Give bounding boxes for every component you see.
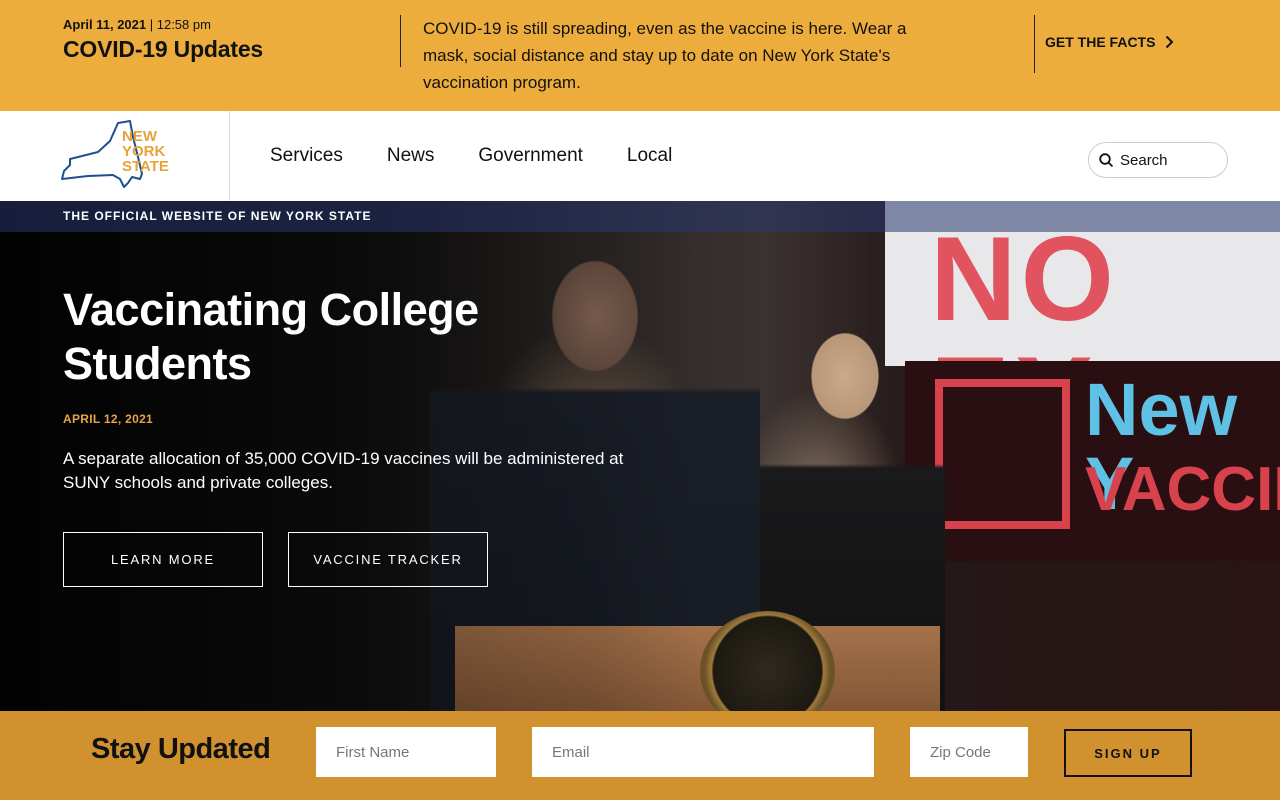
hero-description: A separate allocation of 35,000 COVID-19… — [63, 449, 624, 492]
newsletter-signup: Stay Updated SIGN UP — [0, 711, 1280, 800]
hero-title: Vaccinating College Students — [63, 284, 479, 389]
signup-title: Stay Updated — [91, 733, 271, 765]
alert-divider — [1034, 15, 1035, 73]
alert-divider — [400, 15, 401, 67]
vaccine-tracker-button[interactable]: VACCINE TRACKER — [288, 532, 488, 587]
hero-banner: NO EX New Y VACCINA THE OFFICIAL WEBSITE… — [0, 201, 1280, 711]
get-the-facts-link[interactable]: GET THE FACTS — [1045, 34, 1174, 50]
zip-code-field[interactable] — [910, 727, 1028, 777]
logo-line-state: STATE — [122, 158, 169, 175]
main-nav: Services News Government Local — [270, 145, 672, 167]
covid-alert-bar: April 11, 2021 | 12:58 pm COVID-19 Updat… — [0, 0, 1280, 111]
search-box[interactable] — [1088, 142, 1228, 178]
nav-item-local[interactable]: Local — [627, 145, 672, 167]
alert-message: COVID-19 is still spreading, even as the… — [423, 19, 907, 92]
alert-timestamp: April 11, 2021 | 12:58 pm — [63, 17, 211, 32]
alert-date: April 11, 2021 — [63, 17, 147, 32]
search-icon — [1099, 152, 1114, 167]
learn-more-button[interactable]: LEARN MORE — [63, 532, 263, 587]
official-site-label: THE OFFICIAL WEBSITE OF NEW YORK STATE — [63, 209, 372, 223]
first-name-field[interactable] — [316, 727, 496, 777]
chevron-right-icon — [1166, 35, 1174, 49]
nav-item-news[interactable]: News — [387, 145, 435, 167]
logo-divider — [229, 111, 230, 201]
photo-sign-vaccinate: VACCINA — [1085, 455, 1280, 524]
nav-item-government[interactable]: Government — [478, 145, 583, 167]
sign-up-button[interactable]: SIGN UP — [1064, 729, 1192, 777]
alert-heading-group: April 11, 2021 | 12:58 pm COVID-19 Updat… — [63, 17, 401, 63]
hero-date: APRIL 12, 2021 — [63, 412, 154, 426]
alert-title: COVID-19 Updates — [63, 36, 264, 62]
photo-sign-checkbox — [935, 379, 1070, 529]
official-site-strip: THE OFFICIAL WEBSITE OF NEW YORK STATE — [0, 201, 1280, 232]
get-the-facts-label: GET THE FACTS — [1045, 34, 1156, 50]
nys-logo: NEW YORK STATE — [61, 120, 169, 188]
site-header: NEW YORK STATE Services News Government … — [0, 111, 1280, 201]
alert-time: 12:58 pm — [156, 17, 211, 32]
search-input[interactable] — [1120, 151, 1220, 169]
email-field[interactable] — [532, 727, 874, 777]
nav-item-services[interactable]: Services — [270, 145, 343, 167]
